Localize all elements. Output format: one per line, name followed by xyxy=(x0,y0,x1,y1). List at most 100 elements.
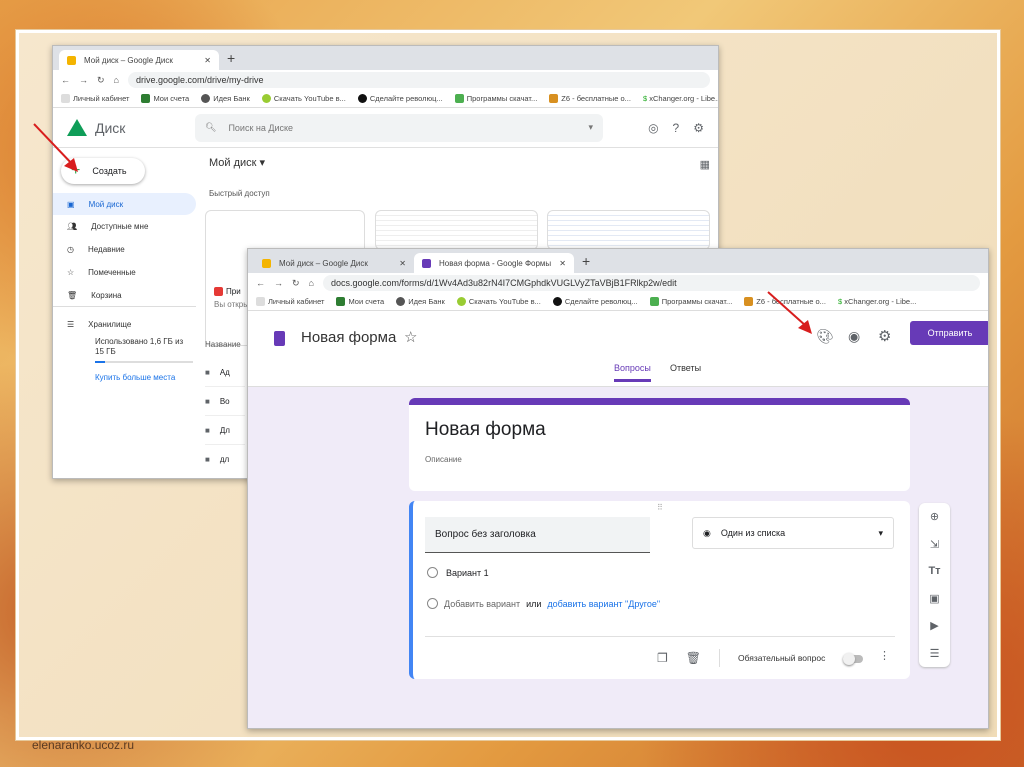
folder-row[interactable]: ■ Ад xyxy=(205,358,245,387)
sidebar-item-shared[interactable]: 👥︎ Доступные мне xyxy=(53,215,196,238)
column-name[interactable]: Название xyxy=(205,340,241,349)
reload-icon[interactable]: ↻ xyxy=(292,278,300,289)
forward-icon[interactable]: → xyxy=(79,75,88,85)
offline-icon[interactable]: ◎ xyxy=(648,121,658,135)
bookmark[interactable]: Личный кабинет xyxy=(256,297,324,307)
sidebar-item-trash[interactable]: 🗑︎ Корзина xyxy=(53,284,196,307)
search-input[interactable]: 🔍︎ Поиск на Диске ▾ xyxy=(195,113,603,142)
home-icon[interactable]: ⌂ xyxy=(309,278,314,288)
folder-row[interactable]: ■ Во xyxy=(205,387,245,416)
add-section-icon[interactable]: ☰ xyxy=(930,647,940,660)
trash-icon[interactable]: 🗑︎ xyxy=(686,651,701,665)
address-bar[interactable]: drive.google.com/drive/my-drive xyxy=(127,72,710,88)
back-icon[interactable]: ← xyxy=(61,75,70,85)
drive-folder-icon: ▣ xyxy=(67,199,75,209)
question-type-select[interactable]: ◉ Один из списка ▾ xyxy=(692,517,894,549)
close-icon[interactable]: ✕ xyxy=(204,56,211,65)
radio-icon: ◉ xyxy=(703,527,711,538)
url-text: drive.google.com/drive/my-drive xyxy=(135,75,264,85)
address-bar[interactable]: docs.google.com/forms/d/1Wv4Ad3u82rN4I7C… xyxy=(322,275,980,291)
add-video-icon[interactable]: ▶ xyxy=(930,619,938,632)
forward-icon[interactable]: → xyxy=(274,278,283,288)
form-header-card: Новая форма Описание xyxy=(409,398,910,491)
bookmark[interactable]: Мои счета xyxy=(141,94,189,104)
preview-eye-icon[interactable]: ◉ xyxy=(848,328,860,345)
folder-row[interactable]: ■ Дл xyxy=(205,416,245,445)
form-title-header[interactable]: Новая форма xyxy=(301,329,396,346)
tab-responses[interactable]: Ответы xyxy=(670,363,701,373)
url-text: docs.google.com/forms/d/1Wv4Ad3u82rN4I7C… xyxy=(330,278,677,288)
bookmark[interactable]: Скачать YouTube в... xyxy=(261,94,346,104)
forms-window: Мой диск – Google Диск ✕ Новая форма - Goo… xyxy=(247,248,989,729)
more-options-icon[interactable]: ⋮ xyxy=(879,649,890,662)
bookmark[interactable]: Идея Банк xyxy=(201,94,250,104)
folder-icon: ■ xyxy=(205,425,210,435)
app-name: Диск xyxy=(95,119,126,136)
bookmark[interactable]: Мои счета xyxy=(336,297,384,307)
bookmark[interactable]: Сделайте революц... xyxy=(357,94,443,104)
search-icon: 🔍︎ xyxy=(205,122,217,132)
duplicate-icon[interactable]: ❐ xyxy=(657,651,668,665)
tab-questions[interactable]: Вопросы xyxy=(614,363,651,382)
bookmark[interactable]: Z6 - бесплатные о... xyxy=(549,94,631,104)
folder-icon: ■ xyxy=(205,396,210,406)
quick-access-card[interactable] xyxy=(375,210,538,250)
quick-access-card[interactable] xyxy=(547,210,710,250)
site-watermark: elenaranko.ucoz.ru xyxy=(32,738,135,752)
add-other-link[interactable]: добавить вариант "Другое" xyxy=(547,599,660,609)
sidebar-item-starred[interactable]: ☆ Помеченные xyxy=(53,261,196,284)
description-input[interactable]: Описание xyxy=(425,455,910,464)
bookmark[interactable]: Сделайте революц... xyxy=(552,297,638,307)
star-icon[interactable]: ☆ xyxy=(404,328,417,346)
tab-drive[interactable]: Мой диск – Google Диск ✕ xyxy=(254,253,414,273)
bookmark[interactable]: Личный кабинет xyxy=(61,94,129,104)
question-card: ⠿ Вопрос без заголовка ◉ Один из списка ▾ … xyxy=(409,501,910,679)
sidebar-item-recent[interactable]: ◷ Недавние xyxy=(53,238,196,261)
close-icon[interactable]: ✕ xyxy=(559,259,566,268)
bookmark[interactable]: Программы скачат... xyxy=(649,297,732,307)
help-icon[interactable]: ? xyxy=(673,121,680,135)
bookmarks-bar: Личный кабинет Мои счета Идея Банк Скача… xyxy=(248,293,988,311)
folder-icon: ■ xyxy=(205,455,210,464)
forms-logo-icon xyxy=(274,331,285,346)
bookmark[interactable]: $ xChanger.org - Libe... xyxy=(838,297,916,306)
radio-button xyxy=(427,567,438,578)
close-icon[interactable]: ✕ xyxy=(399,259,406,268)
back-icon[interactable]: ← xyxy=(256,278,265,288)
gear-icon[interactable]: ⚙ xyxy=(693,121,704,135)
trash-icon: 🗑︎ xyxy=(67,290,78,300)
reload-icon[interactable]: ↻ xyxy=(97,75,105,86)
folder-row[interactable]: ■ дл xyxy=(205,445,245,474)
drive-heading[interactable]: Мой диск ▾ xyxy=(209,156,265,169)
star-icon: ☆ xyxy=(67,268,75,277)
chevron-down-icon[interactable]: ▾ xyxy=(588,122,593,133)
add-option-link[interactable]: Добавить вариант xyxy=(444,599,520,609)
quick-access-label: Быстрый доступ xyxy=(209,189,270,198)
bookmark[interactable]: $ xChanger.org - Libe... xyxy=(643,94,718,103)
add-image-icon[interactable]: ▣ xyxy=(929,592,939,605)
new-tab-button[interactable]: + xyxy=(219,50,243,70)
send-button[interactable]: Отправить xyxy=(910,321,988,345)
question-title-input[interactable]: Вопрос без заголовка xyxy=(425,517,650,553)
home-icon[interactable]: ⌂ xyxy=(114,75,119,85)
sidebar-item-my-drive[interactable]: ▣ Мой диск xyxy=(53,193,196,215)
tab-drive[interactable]: Мой диск – Google Диск ✕ xyxy=(59,50,219,70)
forms-icon xyxy=(422,258,431,268)
add-question-icon[interactable]: ⊕ xyxy=(930,510,939,523)
bookmark[interactable]: Программы скачат... xyxy=(454,94,537,104)
bookmark[interactable]: Скачать YouTube в... xyxy=(456,297,541,307)
buy-storage-link[interactable]: Купить больше места xyxy=(53,373,196,382)
add-title-icon[interactable]: Tт xyxy=(928,565,940,577)
grid-view-icon[interactable]: ▦ xyxy=(700,158,710,171)
gear-icon[interactable]: ⚙ xyxy=(878,327,891,345)
form-title-input[interactable]: Новая форма xyxy=(425,419,910,441)
sidebar-item-storage[interactable]: ☰ Хранилище xyxy=(53,311,196,337)
drag-handle-icon[interactable]: ⠿ xyxy=(657,503,663,512)
new-tab-button[interactable]: + xyxy=(574,253,598,273)
required-toggle[interactable] xyxy=(843,653,863,665)
option-1[interactable]: Вариант 1 xyxy=(427,567,489,578)
bookmark[interactable]: Идея Банк xyxy=(396,297,445,307)
import-questions-icon[interactable]: ⇲ xyxy=(930,538,939,551)
tab-forms[interactable]: Новая форма - Google Формы ✕ xyxy=(414,253,574,273)
storage-icon: ☰ xyxy=(67,319,75,329)
